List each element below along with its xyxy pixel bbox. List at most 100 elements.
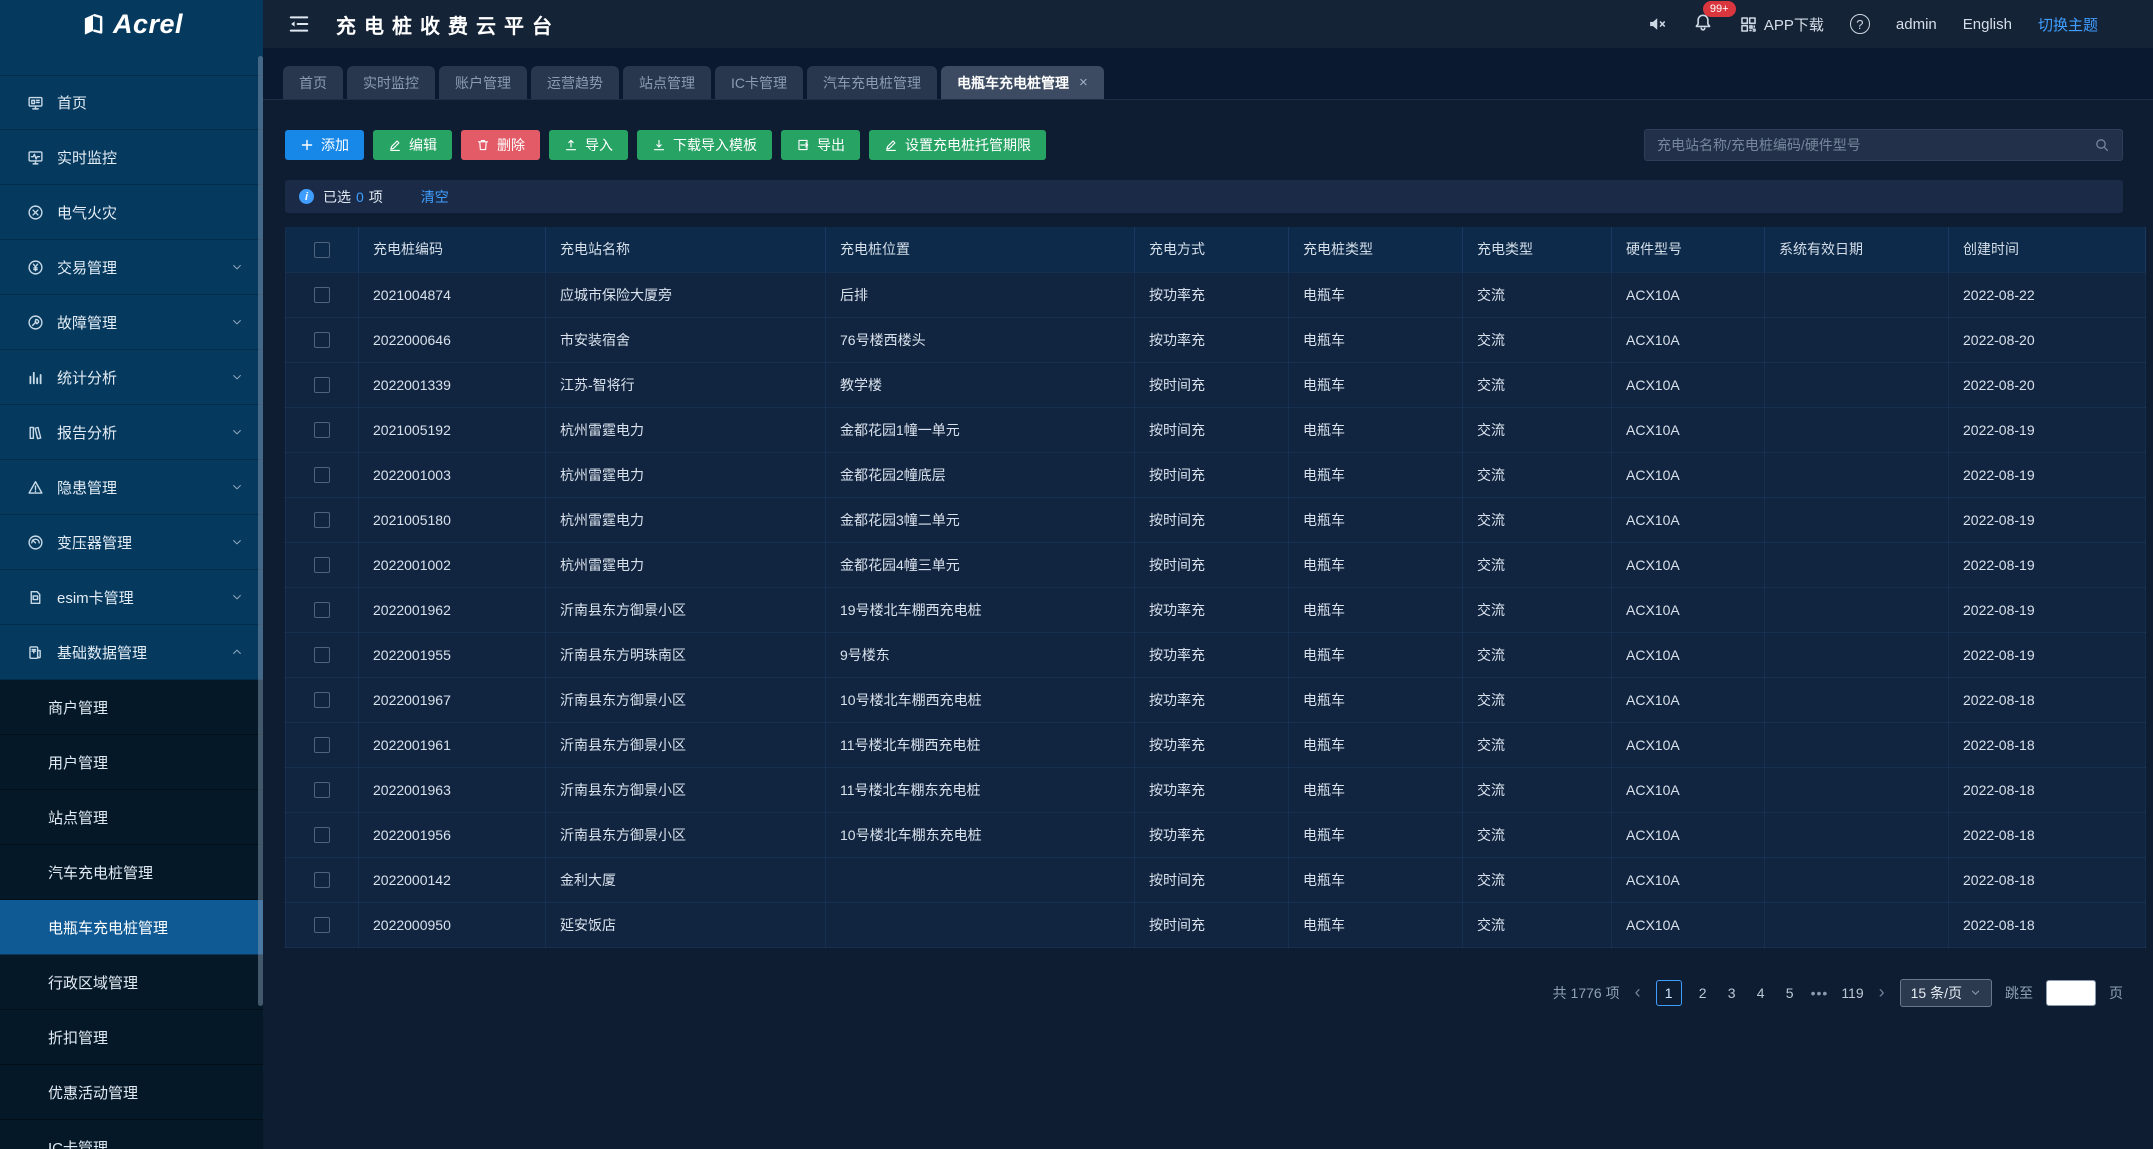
sidebar-subitem-商户管理[interactable]: 商户管理 [0,680,263,735]
sidebar-item-故障管理[interactable]: 故障管理 [0,295,263,350]
row-checkbox[interactable] [314,827,330,843]
sidebar-subitem-用户管理[interactable]: 用户管理 [0,735,263,790]
prev-page-button[interactable]: ‹ [1633,982,1643,1003]
row-checkbox[interactable] [314,737,330,753]
添加-button[interactable]: 添加 [285,130,364,160]
row-checkbox[interactable] [314,692,330,708]
close-icon[interactable]: × [1079,74,1088,91]
table-row[interactable]: 2022001962沂南县东方御景小区19号楼北车棚西充电桩按功率充电瓶车交流A… [286,587,2146,632]
table-row[interactable]: 2022000646市安装宿舍76号楼西楼头按功率充电瓶车交流ACX10A202… [286,317,2146,362]
row-checkbox[interactable] [314,377,330,393]
table-row[interactable]: 2022001003杭州雷霆电力金都花园2幢底层按时间充电瓶车交流ACX10A2… [286,452,2146,497]
sidebar-item-实时监控[interactable]: 实时监控 [0,130,263,185]
tab-账户管理[interactable]: 账户管理 [439,66,527,99]
theme-switch-link[interactable]: 切换主题 [2038,14,2098,35]
tab-首页[interactable]: 首页 [283,66,343,99]
sidebar-item-隐患管理[interactable]: 隐患管理 [0,460,263,515]
page-button-1[interactable]: 1 [1656,980,1682,1006]
删除-button[interactable]: 删除 [461,130,540,160]
page-button-4[interactable]: 4 [1753,985,1769,1001]
sidebar-item-交易管理[interactable]: 交易管理 [0,240,263,295]
table-row[interactable]: 2021004874应城市保险大厦旁后排按功率充电瓶车交流ACX10A2022-… [286,272,2146,317]
sidebar-item-电气火灾[interactable]: 电气火灾 [0,185,263,240]
row-checkbox[interactable] [314,917,330,933]
sidebar-subitem-行政区域管理[interactable]: 行政区域管理 [0,955,263,1010]
编辑-button[interactable]: 编辑 [373,130,452,160]
sidebar-item-统计分析[interactable]: 统计分析 [0,350,263,405]
sidebar-subitem-电瓶车充电桩管理[interactable]: 电瓶车充电桩管理 [0,900,263,955]
导入-button[interactable]: 导入 [549,130,628,160]
sidebar-item-报告分析[interactable]: 报告分析 [0,405,263,460]
button-label: 设置充电桩托管期限 [905,135,1031,155]
help-icon[interactable]: ? [1850,14,1870,34]
page-button-119[interactable]: 119 [1841,985,1863,1001]
next-page-button[interactable]: › [1877,982,1887,1003]
tab-运营趋势[interactable]: 运营趋势 [531,66,619,99]
sidebar-item-变压器管理[interactable]: 变压器管理 [0,515,263,570]
table-row[interactable]: 2021005180杭州雷霆电力金都花园3幢二单元按时间充电瓶车交流ACX10A… [286,497,2146,542]
table-row[interactable]: 2022000142金利大厦按时间充电瓶车交流ACX10A2022-08-18 [286,857,2146,902]
table-cell: 金都花园1幢一单元 [826,407,1135,452]
table-cell: 金利大厦 [546,857,826,902]
row-checkbox[interactable] [314,467,330,483]
table-row[interactable]: 2021005192杭州雷霆电力金都花园1幢一单元按时间充电瓶车交流ACX10A… [286,407,2146,452]
tab-实时监控[interactable]: 实时监控 [347,66,435,99]
table-row[interactable]: 2022000950延安饭店按时间充电瓶车交流ACX10A2022-08-18 [286,902,2146,947]
menu-fold-icon[interactable] [288,13,310,35]
sidebar-subitem-汽车充电桩管理[interactable]: 汽车充电桩管理 [0,845,263,900]
jump-page-input[interactable] [2046,980,2096,1006]
row-checkbox[interactable] [314,872,330,888]
sidebar-item-esim卡管理[interactable]: esim卡管理 [0,570,263,625]
table-row[interactable]: 2022001956沂南县东方御景小区10号楼北车棚东充电桩按功率充电瓶车交流A… [286,812,2146,857]
page-button-5[interactable]: 5 [1782,985,1798,1001]
column-header-充电方式: 充电方式 [1135,227,1289,272]
mute-icon[interactable] [1647,14,1667,34]
home-icon [27,94,44,111]
tab-站点管理[interactable]: 站点管理 [623,66,711,99]
row-checkbox[interactable] [314,557,330,573]
search-input[interactable] [1657,137,2094,153]
search-icon[interactable] [2094,137,2110,153]
table-row[interactable]: 2022001002杭州雷霆电力金都花园4幢三单元按时间充电瓶车交流ACX10A… [286,542,2146,587]
button-label: 删除 [497,135,525,155]
page-size-select[interactable]: 15 条/页 [1900,979,1992,1007]
row-checkbox[interactable] [314,287,330,303]
table-cell [1765,767,1949,812]
table-row[interactable]: 2022001961沂南县东方御景小区11号楼北车棚西充电桩按功率充电瓶车交流A… [286,722,2146,767]
row-checkbox[interactable] [314,602,330,618]
设置充电桩托管期限-button[interactable]: 设置充电桩托管期限 [869,130,1046,160]
导出-button[interactable]: 导出 [781,130,860,160]
username[interactable]: admin [1896,16,1937,33]
table-cell: 2022000142 [359,857,546,902]
table-cell [1765,317,1949,362]
clear-selection-link[interactable]: 清空 [421,187,449,207]
table-row[interactable]: 2022001955沂南县东方明珠南区9号楼东按功率充电瓶车交流ACX10A20… [286,632,2146,677]
table-cell: 后排 [826,272,1135,317]
page-button-2[interactable]: 2 [1695,985,1711,1001]
table-row[interactable]: 2022001967沂南县东方御景小区10号楼北车棚西充电桩按功率充电瓶车交流A… [286,677,2146,722]
notifications[interactable]: 99+ [1693,12,1713,36]
sidebar-item-首页[interactable]: 首页 [0,75,263,130]
table-cell [1765,632,1949,677]
row-checkbox[interactable] [314,647,330,663]
language-switch[interactable]: English [1963,16,2012,33]
row-checkbox[interactable] [314,512,330,528]
table-row[interactable]: 2022001339江苏-智将行教学楼按时间充电瓶车交流ACX10A2022-0… [286,362,2146,407]
sidebar-item-基础数据管理[interactable]: 基础数据管理 [0,625,263,680]
table-row[interactable]: 2022001963沂南县东方御景小区11号楼北车棚东充电桩按功率充电瓶车交流A… [286,767,2146,812]
tab-电瓶车充电桩管理[interactable]: 电瓶车充电桩管理× [941,66,1104,99]
row-checkbox[interactable] [314,332,330,348]
sidebar-subitem-站点管理[interactable]: 站点管理 [0,790,263,845]
sidebar-subitem-IC卡管理[interactable]: IC卡管理 [0,1120,263,1149]
app-download-button[interactable]: APP下载 [1739,14,1824,35]
row-checkbox[interactable] [314,422,330,438]
row-checkbox[interactable] [314,782,330,798]
下载导入模板-button[interactable]: 下载导入模板 [637,130,772,160]
tab-IC卡管理[interactable]: IC卡管理 [715,66,803,99]
sim-card-icon [27,589,44,606]
tab-汽车充电桩管理[interactable]: 汽车充电桩管理 [807,66,937,99]
select-all-checkbox[interactable] [314,242,330,258]
sidebar-subitem-优惠活动管理[interactable]: 优惠活动管理 [0,1065,263,1120]
sidebar-subitem-折扣管理[interactable]: 折扣管理 [0,1010,263,1065]
page-button-3[interactable]: 3 [1724,985,1740,1001]
